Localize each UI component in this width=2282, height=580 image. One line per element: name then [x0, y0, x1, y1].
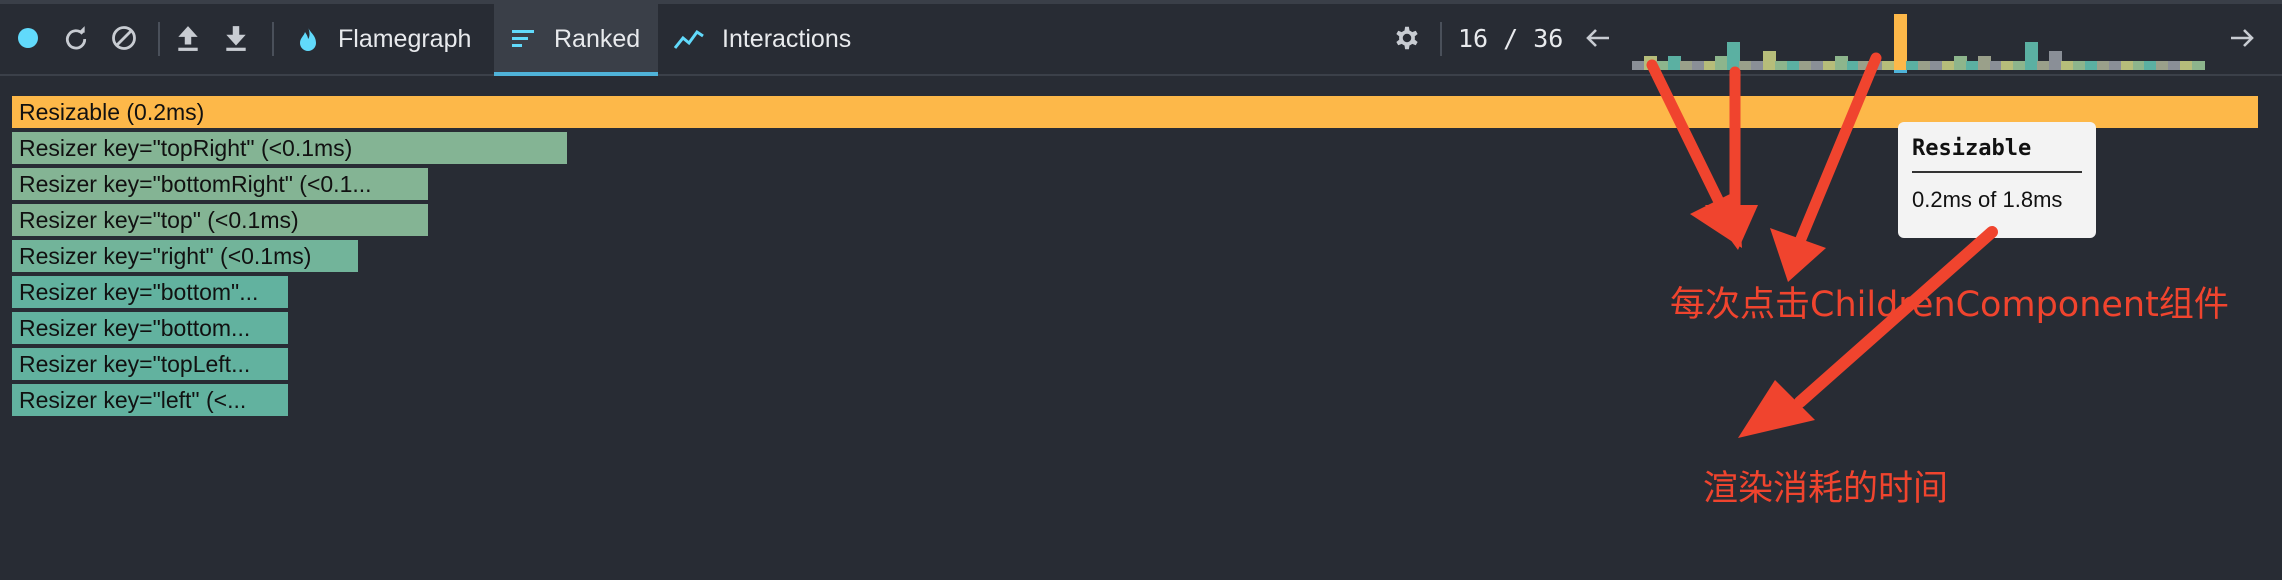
toolbar-divider: [272, 22, 274, 56]
save-profile-button[interactable]: [218, 20, 254, 56]
render-time-annotation: 渲染消耗的时间: [1703, 469, 1949, 509]
clear-icon: [112, 26, 136, 50]
tooltip-duration: 0.2ms of 1.8ms: [1912, 187, 2063, 212]
ranked-row[interactable]: Resizer key="right" (<0.1ms): [12, 240, 358, 272]
interactions-icon: [674, 28, 704, 50]
ranked-row[interactable]: Resizer key="top" (<0.1ms): [12, 204, 428, 236]
ranked-row[interactable]: Resizer key="topRight" (<0.1ms): [12, 132, 567, 164]
ranked-row[interactable]: Resizer key="bottom"...: [12, 276, 288, 308]
record-button[interactable]: [10, 20, 46, 56]
clear-profile-button[interactable]: [106, 20, 142, 56]
flame-icon: [296, 25, 320, 53]
ranked-row[interactable]: Resizer key="bottom...: [12, 312, 288, 344]
tab-label: Interactions: [722, 24, 852, 53]
commit-selector-chart[interactable]: [1632, 12, 2205, 70]
record-icon: [18, 28, 38, 48]
arrow-right-icon: [2231, 29, 2254, 47]
profiler-toolbar: Flamegraph Ranked Interactions 16 / 36: [0, 0, 2282, 76]
tab-label: Ranked: [554, 24, 641, 53]
arrow-left-icon: [1586, 29, 1609, 47]
load-profile-button[interactable]: [170, 20, 206, 56]
tab-ranked[interactable]: Ranked: [494, 4, 658, 76]
previous-commit-button[interactable]: [1580, 20, 1616, 56]
ranked-row[interactable]: Resizer key="topLeft...: [12, 348, 288, 380]
reload-icon: [65, 26, 87, 50]
ranked-row[interactable]: Resizer key="left" (<...: [12, 384, 288, 416]
ranked-icon: [512, 28, 536, 50]
download-icon: [226, 26, 246, 51]
ranked-row[interactable]: Resizer key="bottomRight" (<0.1...: [12, 168, 428, 200]
tab-label: Flamegraph: [338, 24, 472, 53]
next-commit-button[interactable]: [2224, 20, 2260, 56]
tab-interactions[interactable]: Interactions: [674, 4, 874, 74]
settings-button[interactable]: [1389, 20, 1425, 56]
commit-counter: 16 / 36: [1458, 24, 1564, 53]
toolbar-divider: [1440, 22, 1442, 56]
tab-flamegraph[interactable]: Flamegraph: [288, 4, 494, 74]
tooltip-title: Resizable: [1912, 136, 2082, 173]
component-tooltip: Resizable 0.2ms of 1.8ms: [1898, 122, 2096, 238]
reload-profile-button[interactable]: [58, 20, 94, 56]
upload-icon: [178, 26, 198, 51]
gear-icon: [1396, 26, 1418, 50]
commit-annotation: 每次点击ChildrenComponent组件: [1670, 285, 2229, 325]
commit-bar[interactable]: [2192, 61, 2205, 70]
toolbar-divider: [158, 22, 160, 56]
